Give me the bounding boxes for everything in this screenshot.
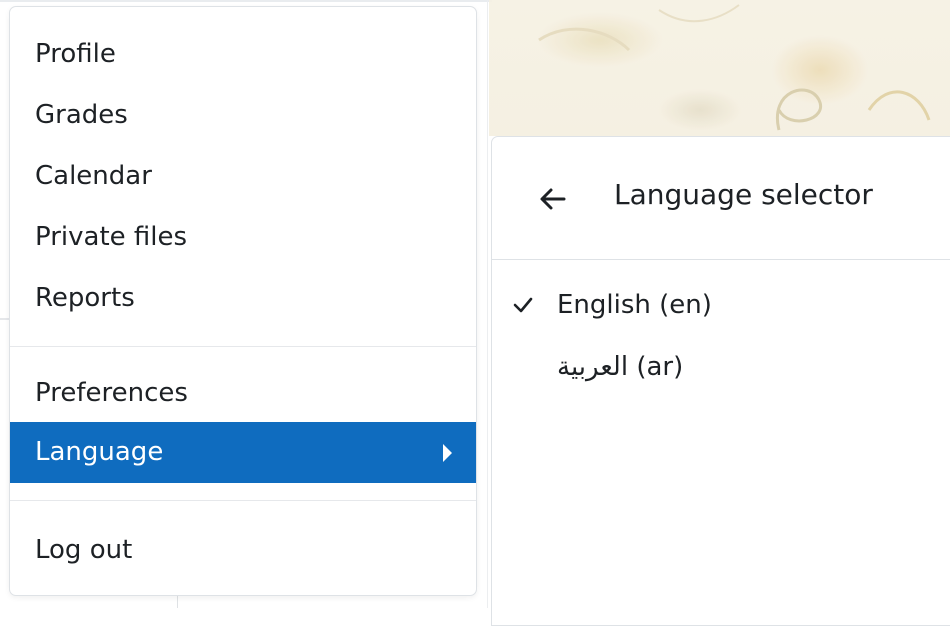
language-selector-panel: Language selector English (en) العربية (…: [491, 136, 950, 626]
backdrop-rule: [0, 0, 492, 2]
menu-item-language[interactable]: Language: [10, 422, 476, 483]
menu-item-label: Language: [35, 437, 164, 467]
menu-item-label: Grades: [35, 100, 128, 130]
user-menu-dropdown: Profile Grades Calendar Private files Re…: [9, 6, 477, 596]
language-option-arabic[interactable]: العربية (ar): [492, 336, 950, 398]
menu-item-label: Profile: [35, 39, 116, 69]
menu-item-logout[interactable]: Log out: [10, 518, 476, 582]
menu-item-label: Calendar: [35, 161, 152, 191]
backdrop-column-edge: [177, 596, 178, 608]
menu-item-label: Reports: [35, 283, 135, 313]
menu-item-private-files[interactable]: Private files: [10, 207, 476, 268]
arrow-left-icon[interactable]: [536, 182, 570, 216]
menu-item-grades[interactable]: Grades: [10, 85, 476, 146]
menu-item-preferences[interactable]: Preferences: [10, 364, 476, 422]
language-selector-title: Language selector: [614, 178, 873, 211]
language-option-label: العربية (ar): [557, 352, 684, 382]
caret-right-icon: [443, 443, 452, 462]
menu-divider: [10, 500, 476, 501]
menu-item-label: Preferences: [35, 378, 188, 408]
language-option-english[interactable]: English (en): [492, 274, 950, 336]
language-selector-header: Language selector: [492, 137, 950, 260]
menu-item-label: Private files: [35, 222, 188, 252]
check-icon: [513, 297, 533, 313]
language-list: English (en) العربية (ar): [492, 260, 950, 398]
menu-item-calendar[interactable]: Calendar: [10, 146, 476, 207]
menu-divider: [10, 346, 476, 347]
language-option-label: English (en): [557, 290, 712, 320]
menu-item-reports[interactable]: Reports: [10, 268, 476, 329]
header-background-image: [489, 0, 950, 136]
menu-item-profile[interactable]: Profile: [10, 24, 476, 85]
backdrop-column-edge: [487, 0, 488, 608]
menu-item-label: Log out: [35, 535, 133, 565]
